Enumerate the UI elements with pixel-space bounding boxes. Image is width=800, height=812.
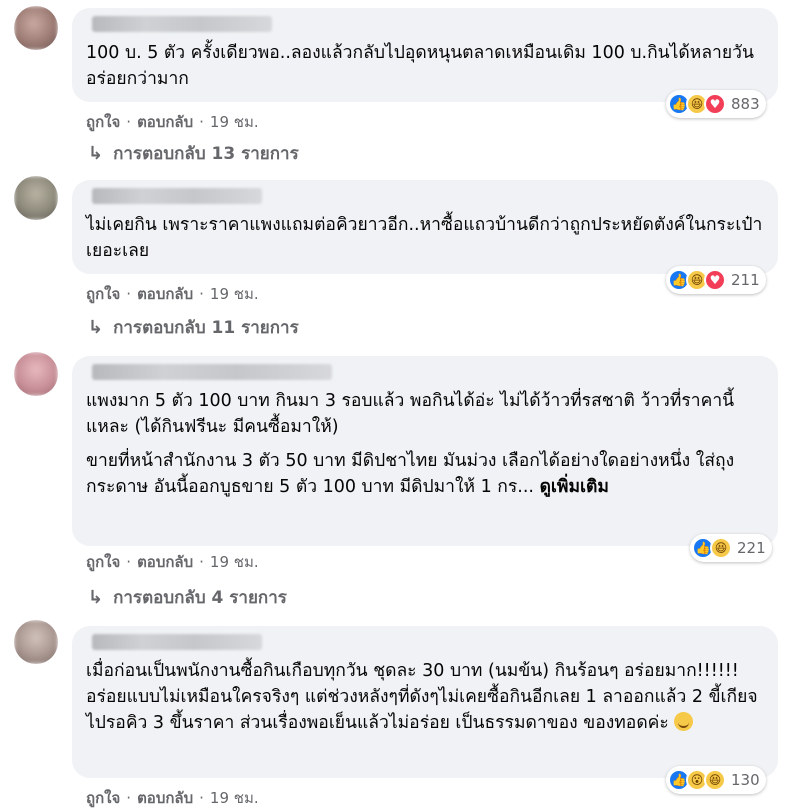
separator: · — [199, 285, 204, 303]
reply-arrow-icon: ↳ — [88, 587, 104, 608]
haha-icon: 😆 — [704, 769, 726, 791]
avatar[interactable] — [14, 176, 58, 220]
like-button[interactable]: ถูกใจ — [86, 110, 120, 134]
view-replies-button[interactable]: ↳ การตอบกลับ 11 รายการ — [88, 314, 299, 341]
separator: · — [126, 113, 132, 131]
comment-bubble: แพงมาก 5 ตัว 100 บาท กินมา 3 รอบแล้ว พอก… — [72, 356, 778, 546]
reaction-count: 221 — [737, 539, 766, 557]
reaction-summary[interactable]: 👍 😆 ♥ 211 — [666, 266, 766, 294]
timestamp[interactable]: 19 ชม. — [210, 282, 259, 306]
avatar[interactable] — [14, 352, 58, 396]
reply-arrow-icon: ↳ — [88, 317, 104, 338]
love-icon: ♥ — [704, 93, 726, 115]
like-button[interactable]: ถูกใจ — [86, 550, 120, 574]
comment-bubble: 100 บ. 5 ตัว ครั้งเดียวพอ..ลองแล้วกลับไป… — [72, 8, 778, 102]
comment-text-body: เมื่อก่อนเป็นพนักงานซื้อกินเกือบทุกวัน ช… — [86, 661, 758, 733]
avatar[interactable] — [14, 6, 58, 50]
reply-arrow-icon: ↳ — [88, 143, 104, 164]
replies-label: การตอบกลับ 4 รายการ — [113, 588, 287, 608]
like-button[interactable]: ถูกใจ — [86, 786, 120, 810]
comment-actions: ถูกใจ · ตอบกลับ · 19 ชม. — [86, 282, 259, 306]
reply-button[interactable]: ตอบกลับ — [137, 110, 193, 134]
love-icon: ♥ — [704, 269, 726, 291]
avatar[interactable] — [14, 620, 58, 664]
comment-text-continued: ขายที่หน้าสำนักงาน 3 ตัว 50 บาท มีดิปชาไ… — [86, 448, 764, 500]
reaction-summary[interactable]: 👍 😆 ♥ 883 — [666, 90, 766, 118]
comment-actions: ถูกใจ · ตอบกลับ · 19 ชม. — [86, 786, 259, 810]
like-button[interactable]: ถูกใจ — [86, 282, 120, 306]
author-name[interactable] — [92, 16, 272, 32]
separator: · — [126, 789, 132, 807]
reaction-count: 883 — [731, 95, 760, 113]
smile-emoji-icon — [674, 712, 694, 731]
comment-text: ไม่เคยกิน เพราะราคาแพงแถมต่อคิวยาวอีก..ห… — [86, 215, 763, 261]
view-replies-button[interactable]: ↳ การตอบกลับ 13 รายการ — [88, 140, 299, 167]
view-replies-button[interactable]: ↳ การตอบกลับ 4 รายการ — [88, 584, 287, 611]
author-name[interactable] — [92, 364, 332, 380]
timestamp[interactable]: 19 ชม. — [210, 550, 259, 574]
comment-bubble: ไม่เคยกิน เพราะราคาแพงแถมต่อคิวยาวอีก..ห… — [72, 180, 778, 274]
reaction-summary[interactable]: 👍 😆 221 — [690, 534, 772, 562]
separator: · — [126, 285, 132, 303]
comment-text: แพงมาก 5 ตัว 100 บาท กินมา 3 รอบแล้ว พอก… — [86, 391, 735, 437]
reaction-count: 130 — [731, 771, 760, 789]
separator: · — [199, 553, 204, 571]
comment-text: 100 บ. 5 ตัว ครั้งเดียวพอ..ลองแล้วกลับไป… — [86, 43, 754, 89]
replies-label: การตอบกลับ 11 รายการ — [113, 318, 299, 338]
reply-button[interactable]: ตอบกลับ — [137, 282, 193, 306]
comment-bubble: เมื่อก่อนเป็นพนักงานซื้อกินเกือบทุกวัน ช… — [72, 626, 778, 778]
reaction-summary[interactable]: 👍 😮 😆 130 — [666, 766, 766, 794]
comment-actions: ถูกใจ · ตอบกลับ · 19 ชม. — [86, 550, 259, 574]
reply-button[interactable]: ตอบกลับ — [137, 786, 193, 810]
comment-actions: ถูกใจ · ตอบกลับ · 19 ชม. — [86, 110, 259, 134]
reaction-count: 211 — [731, 271, 760, 289]
separator: · — [199, 789, 204, 807]
haha-icon: 😆 — [710, 537, 732, 559]
comment-text-part: ขายที่หน้าสำนักงาน 3 ตัว 50 บาท มีดิปชาไ… — [86, 451, 735, 497]
replies-label: การตอบกลับ 13 รายการ — [113, 144, 299, 164]
reply-button[interactable]: ตอบกลับ — [137, 550, 193, 574]
timestamp[interactable]: 19 ชม. — [210, 786, 259, 810]
comment-text: เมื่อก่อนเป็นพนักงานซื้อกินเกือบทุกวัน ช… — [86, 658, 764, 736]
see-more-link[interactable]: ดูเพิ่มเติม — [540, 477, 609, 497]
author-name[interactable] — [92, 634, 262, 650]
timestamp[interactable]: 19 ชม. — [210, 110, 259, 134]
author-name[interactable] — [92, 188, 262, 204]
separator: · — [126, 553, 132, 571]
separator: · — [199, 113, 204, 131]
